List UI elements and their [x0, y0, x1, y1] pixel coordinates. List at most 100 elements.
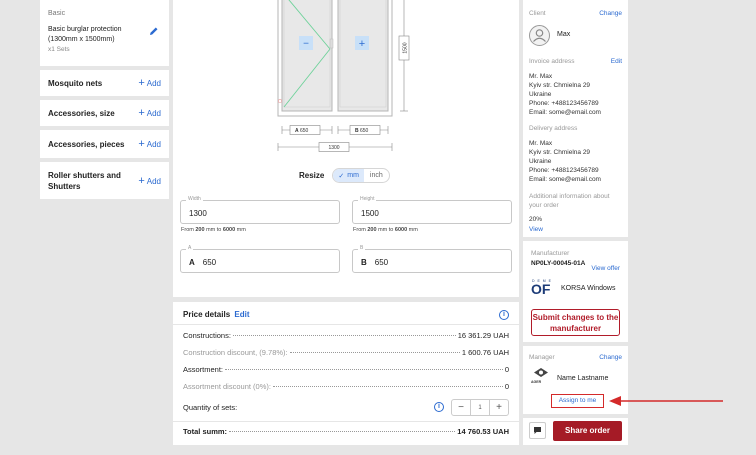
accessories-pieces-add-button[interactable]: + Add [138, 138, 161, 150]
mosquito-nets-row: Mosquito nets + Add [40, 70, 169, 96]
manufacturer-title: Manufacturer [531, 250, 570, 257]
check-icon: ✓ [338, 172, 345, 180]
quantity-label: Quantity of sets: [183, 403, 238, 412]
sash-b-value[interactable]: 650 [375, 258, 388, 267]
sash-b-input[interactable]: B B 650 [352, 245, 512, 273]
plus-symbol: + [359, 38, 365, 50]
basic-item-name: Basic burglar protection (1300mm x 1500m… [48, 26, 122, 43]
accessories-size-row: Accessories, size + Add [40, 100, 169, 126]
client-name: Max [557, 31, 571, 38]
width-legend: Width [186, 196, 203, 202]
basic-section-title: Basic [48, 10, 66, 17]
client-change-link[interactable]: Change [599, 10, 622, 17]
minus-symbol: − [303, 39, 309, 50]
resize-label: Resize [299, 171, 325, 180]
quantity-plus-button[interactable]: + [490, 400, 508, 415]
manager-change-link[interactable]: Change [599, 354, 622, 361]
roller-shutters-add-button[interactable]: + Add [138, 175, 161, 187]
window-drawing: − + 1500 A 650 B 650 1300 [277, 0, 410, 152]
order-footer: Share order [523, 418, 628, 445]
height-input[interactable]: Height 1500 [352, 196, 512, 224]
total-width-dimension: 1300 [328, 145, 339, 151]
avatar [529, 25, 550, 46]
sash-a-value[interactable]: 650 [203, 258, 216, 267]
manufacturer-logo: D E M E OF [531, 279, 553, 297]
accessories-pieces-row: Accessories, pieces + Add [40, 130, 169, 158]
client-card: Client Change Max Invoice address Edit M… [523, 0, 628, 237]
sash-b-letter: B [355, 128, 359, 134]
sash-b-legend: B [358, 245, 366, 251]
accessories-size-label: Accessories, size [48, 108, 115, 118]
total-row: Total summ: 14 760.53 UAH [183, 427, 509, 436]
annotation-arrow [609, 396, 723, 406]
sash-a-dimension: 650 [300, 128, 309, 134]
client-title: Client [529, 10, 546, 17]
roller-shutters-row: Roller shutters and Shutters + Add [40, 162, 169, 199]
divider [173, 324, 519, 325]
unit-toggle[interactable]: ✓ mm inch [332, 168, 390, 183]
quantity-value[interactable]: 1 [470, 400, 490, 415]
price-details-header: Price details Edit [183, 310, 249, 319]
width-hint: From 200 mm to 6000 mm [181, 227, 246, 233]
price-row-construction-discount: Construction discount, (9.78%): 1 600.76 … [183, 348, 509, 357]
height-value[interactable]: 1500 [361, 209, 379, 218]
unit-inch-option[interactable]: inch [364, 169, 389, 182]
manufacturer-card: Manufacturer NP0LY-00045-01A View offer … [523, 241, 628, 342]
price-details-title: Price details [183, 310, 231, 319]
chat-icon [534, 427, 541, 434]
share-order-button[interactable]: Share order [553, 421, 622, 441]
sash-a-input[interactable]: A A 650 [180, 245, 340, 273]
sash-b-prefix: B [361, 258, 367, 267]
roller-shutters-label: Roller shutters and Shutters [48, 170, 121, 191]
basic-item-card: Basic Basic burglar protection (1300mm x… [40, 0, 169, 66]
accessories-pieces-label: Accessories, pieces [48, 139, 125, 149]
delivery-title: Delivery address [529, 125, 578, 132]
plus-icon: + [138, 138, 145, 150]
manufacturer-code: NP0LY-00045-01A [531, 260, 586, 267]
invoice-address: Mr. Max Kyiv str. Chmielna 29 Ukraine Phone… [529, 73, 601, 116]
assign-to-me-link[interactable]: Assign to me [551, 394, 604, 408]
unit-mm-option[interactable]: ✓ mm [333, 169, 364, 182]
manager-logo-icon [534, 368, 548, 377]
manager-logo-text: AGER [531, 380, 542, 384]
delivery-address: Mr. Max Kyiv str. Chmielna 29 Ukraine Phone… [529, 140, 601, 183]
sash-b-dimension: 650 [360, 128, 369, 134]
pencil-icon[interactable] [149, 26, 159, 36]
additional-info-title: Additional information about your order [529, 193, 610, 209]
view-offer-link[interactable]: View offer [591, 265, 620, 272]
quantity-minus-button[interactable]: − [452, 400, 470, 415]
height-dimension: 1500 [403, 42, 409, 53]
sash-a-prefix: A [189, 258, 195, 267]
accessories-size-add-button[interactable]: + Add [138, 107, 161, 119]
quantity-stepper[interactable]: − 1 + [451, 399, 509, 416]
additional-info-view-link[interactable]: View [529, 226, 543, 233]
sash-a-legend: A [186, 245, 194, 251]
plus-icon: + [138, 77, 145, 89]
height-hint: From 200 mm to 6000 mm [353, 227, 418, 233]
plus-icon: + [138, 174, 145, 187]
info-icon[interactable]: i [499, 310, 509, 320]
resize-control: Resize ✓ mm inch [299, 168, 390, 183]
additional-info-value: 20% [529, 216, 543, 223]
width-input[interactable]: Width 1300 [180, 196, 340, 224]
invoice-edit-link[interactable]: Edit [611, 58, 622, 65]
plus-icon: + [138, 107, 145, 119]
price-row-assortment-discount: Assortment discount (0%): 0 [183, 382, 509, 391]
mosquito-nets-add-button[interactable]: + Add [138, 77, 161, 89]
manufacturer-company: KORSA Windows [561, 285, 616, 292]
price-edit-link[interactable]: Edit [234, 310, 249, 319]
height-legend: Height [358, 196, 377, 202]
divider [173, 421, 519, 422]
price-row-assortment: Assortment: 0 [183, 365, 509, 374]
submit-changes-button[interactable]: Submit changes to the manufacturer [531, 309, 620, 336]
quantity-info-icon[interactable]: i [434, 402, 444, 412]
manager-name: Name Lastname [557, 375, 609, 382]
invoice-title: Invoice address [529, 58, 575, 65]
width-value[interactable]: 1300 [189, 209, 207, 218]
configurator-card: − + 1500 A 650 B 650 1300 Resize ✓ mm inc… [173, 0, 519, 297]
basic-item-qty: x1 Sets [48, 46, 70, 53]
sash-a-letter: A [295, 128, 299, 134]
mosquito-nets-label: Mosquito nets [48, 78, 103, 88]
price-row-constructions: Constructions: 16 361.29 UAH [183, 331, 509, 340]
chat-button[interactable] [529, 422, 546, 439]
